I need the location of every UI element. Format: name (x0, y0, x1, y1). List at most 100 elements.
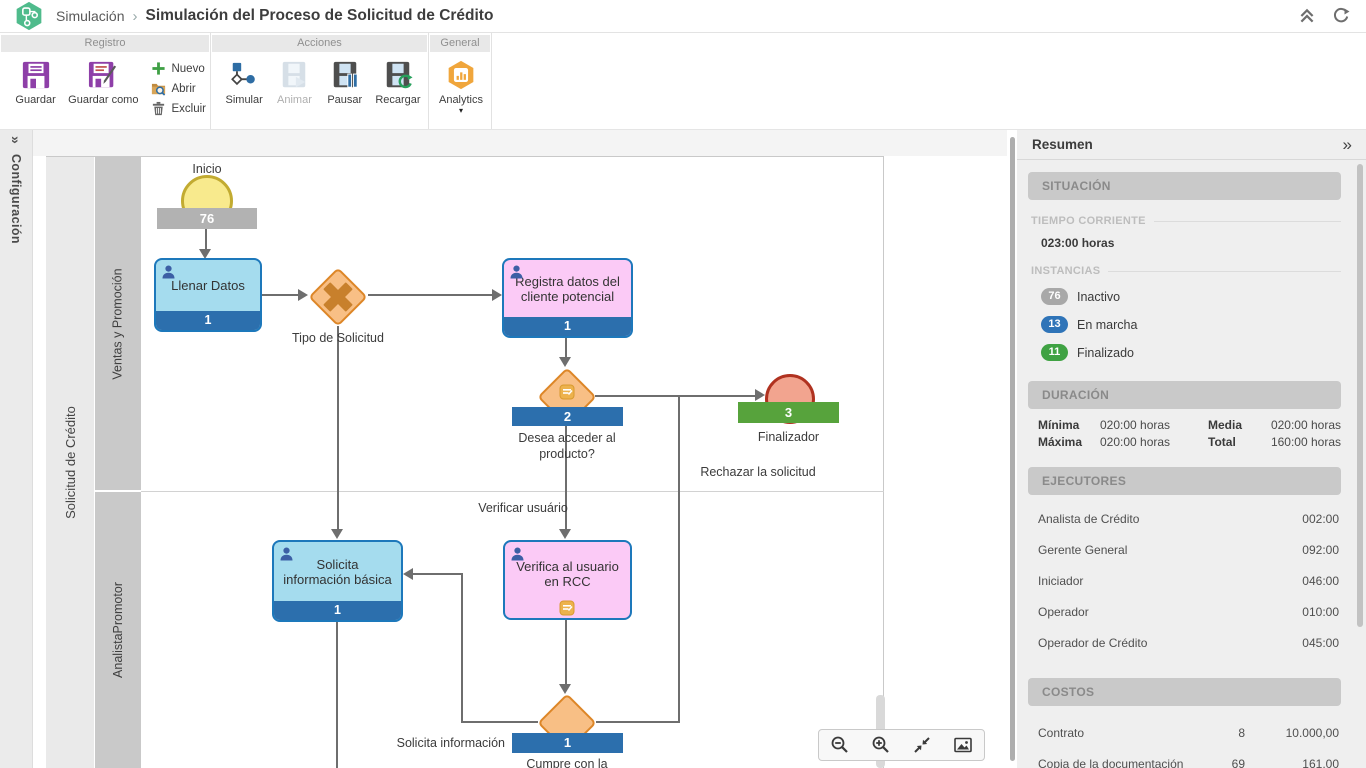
divider (1154, 221, 1341, 222)
export-image-button[interactable] (948, 732, 978, 758)
ejecutor-row: Iniciador 046:00 (1038, 574, 1339, 588)
costo-value: 161,00 (1245, 757, 1339, 768)
section-situacion[interactable]: SITUACIÓN (1028, 172, 1341, 200)
pausar-label: Pausar (327, 94, 362, 106)
app-header: Simulación › Simulación del Proceso de S… (0, 0, 1366, 33)
duracion-value: 160:00 horas (1258, 435, 1341, 449)
breadcrumb-separator-icon: › (132, 8, 137, 25)
page-title: Simulación del Proceso de Solicitud de C… (145, 7, 493, 25)
ribbon-group-general: General Analytics ▾ (429, 33, 492, 129)
edge-label-verificar: Verificar usuário (468, 500, 578, 516)
arrowhead (298, 289, 308, 301)
simular-button[interactable]: Simular (221, 56, 267, 106)
task-llenar-datos[interactable]: Llenar Datos 1 (154, 258, 262, 332)
ejecutor-name: Analista de Crédito (1038, 512, 1139, 526)
canvas-top-strip (33, 130, 1007, 156)
task-registra-datos[interactable]: Registra datos del cliente potencial 1 (502, 258, 633, 338)
ejecutor-name: Operador (1038, 605, 1089, 619)
arrowhead (559, 357, 571, 367)
pausar-button[interactable]: Pausar (322, 56, 368, 106)
guardar-como-label: Guardar como (68, 94, 138, 106)
header-actions (1298, 7, 1366, 25)
main-content: » Configuración Solicitud de Crédito Ven… (0, 130, 1366, 768)
pool-label: Solicitud de Crédito (63, 406, 78, 519)
ribbon-group-acciones: Acciones Simular (211, 33, 429, 129)
zoom-toolbar (818, 729, 985, 761)
flow-cumple-solicita-h (413, 573, 462, 575)
analytics-dropdown-icon[interactable]: ▾ (459, 108, 463, 114)
splitter-handle[interactable] (1010, 137, 1015, 761)
recargar-button[interactable]: Recargar (372, 56, 424, 106)
ejecutor-name: Iniciador (1038, 574, 1083, 588)
ejecutor-name: Operador de Crédito (1038, 636, 1147, 650)
group-label-acciones: Acciones (212, 35, 427, 52)
configuracion-sidebar[interactable]: » Configuración (0, 130, 33, 768)
arrowhead (331, 529, 343, 539)
recargar-label: Recargar (375, 94, 420, 106)
pool-header: Solicitud de Crédito (46, 157, 94, 768)
instancia-en-marcha: 13 En marcha (1041, 316, 1341, 333)
tiempo-corriente-value: 023:00 horas (1041, 236, 1341, 250)
abrir-button[interactable]: Abrir (151, 81, 206, 96)
collapse-ribbon-icon[interactable] (1298, 7, 1316, 25)
ejecutor-row: Operador 010:00 (1038, 605, 1339, 619)
refresh-icon[interactable] (1332, 7, 1350, 25)
lane1-label: Ventas y Promoción (111, 268, 125, 379)
ribbon-toolbar: Registro Guardar (0, 33, 1366, 130)
panel-splitter[interactable] (1007, 130, 1017, 768)
pause-icon (330, 60, 360, 90)
ribbon-filler (492, 33, 1366, 129)
expand-sidebar-icon[interactable]: » (8, 136, 24, 144)
simular-label: Simular (226, 94, 263, 106)
duracion-value: 020:00 horas (1100, 435, 1208, 449)
duracion-label: Máxima (1038, 435, 1100, 449)
costo-name: Copia de la documentación (1038, 757, 1199, 768)
duracion-label: Total (1208, 435, 1258, 449)
rule-doc-icon (559, 384, 575, 405)
zoom-out-button[interactable] (825, 732, 855, 758)
simulate-icon (229, 60, 259, 90)
divider (1108, 271, 1341, 272)
resumen-panel-header: Resumen » (1017, 130, 1366, 160)
flow-llenar-tipo (262, 294, 298, 296)
user-task-icon (510, 265, 523, 284)
reload-icon (383, 60, 413, 90)
task-count-badge: 1 (504, 317, 631, 336)
task-label: Registra datos del cliente potencial (504, 260, 631, 317)
lane-divider (141, 491, 884, 492)
duracion-label: Mínima (1038, 418, 1100, 432)
section-ejecutores[interactable]: EJECUTORES (1028, 467, 1341, 495)
nuevo-button[interactable]: Nuevo (151, 61, 206, 76)
analytics-button[interactable]: Analytics ▾ (435, 56, 487, 114)
guardar-como-button[interactable]: Guardar como (65, 56, 141, 106)
edge-label-solicita-informacion: Solicita información (385, 735, 505, 751)
arrowhead (755, 389, 765, 401)
section-duracion[interactable]: DURACIÓN (1028, 381, 1341, 409)
panel-scrollbar[interactable] (1357, 164, 1363, 627)
analytics-label: Analytics (439, 94, 483, 106)
collapse-panel-icon[interactable]: » (1343, 135, 1352, 155)
task-label: Solicita información básica (274, 542, 401, 601)
fit-view-button[interactable] (907, 732, 937, 758)
arrowhead (559, 529, 571, 539)
open-folder-icon (151, 81, 166, 96)
trash-icon (151, 101, 166, 116)
excluir-button[interactable]: Excluir (151, 101, 206, 116)
sidebar-label: Configuración (9, 154, 23, 244)
abrir-label: Abrir (171, 83, 195, 95)
en-marcha-count-badge: 13 (1041, 316, 1068, 333)
ejecutor-row: Gerente General 092:00 (1038, 543, 1339, 557)
ejecutor-value: 046:00 (1302, 574, 1339, 588)
flow-verifica-cumple (565, 620, 567, 684)
guardar-button[interactable]: Guardar (6, 56, 65, 106)
breadcrumb[interactable]: Simulación (56, 8, 124, 24)
section-costos[interactable]: COSTOS (1028, 678, 1341, 706)
diagram-canvas[interactable]: Solicitud de Crédito Ventas y Promoción … (33, 130, 1007, 768)
task-solicita-basica[interactable]: Solicita información básica 1 (272, 540, 403, 622)
user-task-icon (511, 547, 524, 566)
zoom-in-button[interactable] (866, 732, 896, 758)
lane2-label: AnalistaPromotor (111, 582, 125, 678)
start-event-count-badge: 76 (157, 208, 257, 229)
gateway-label: Desea acceder al producto? (510, 430, 624, 462)
costo-row: Copia de la documentación 69 161,00 (1038, 757, 1339, 768)
